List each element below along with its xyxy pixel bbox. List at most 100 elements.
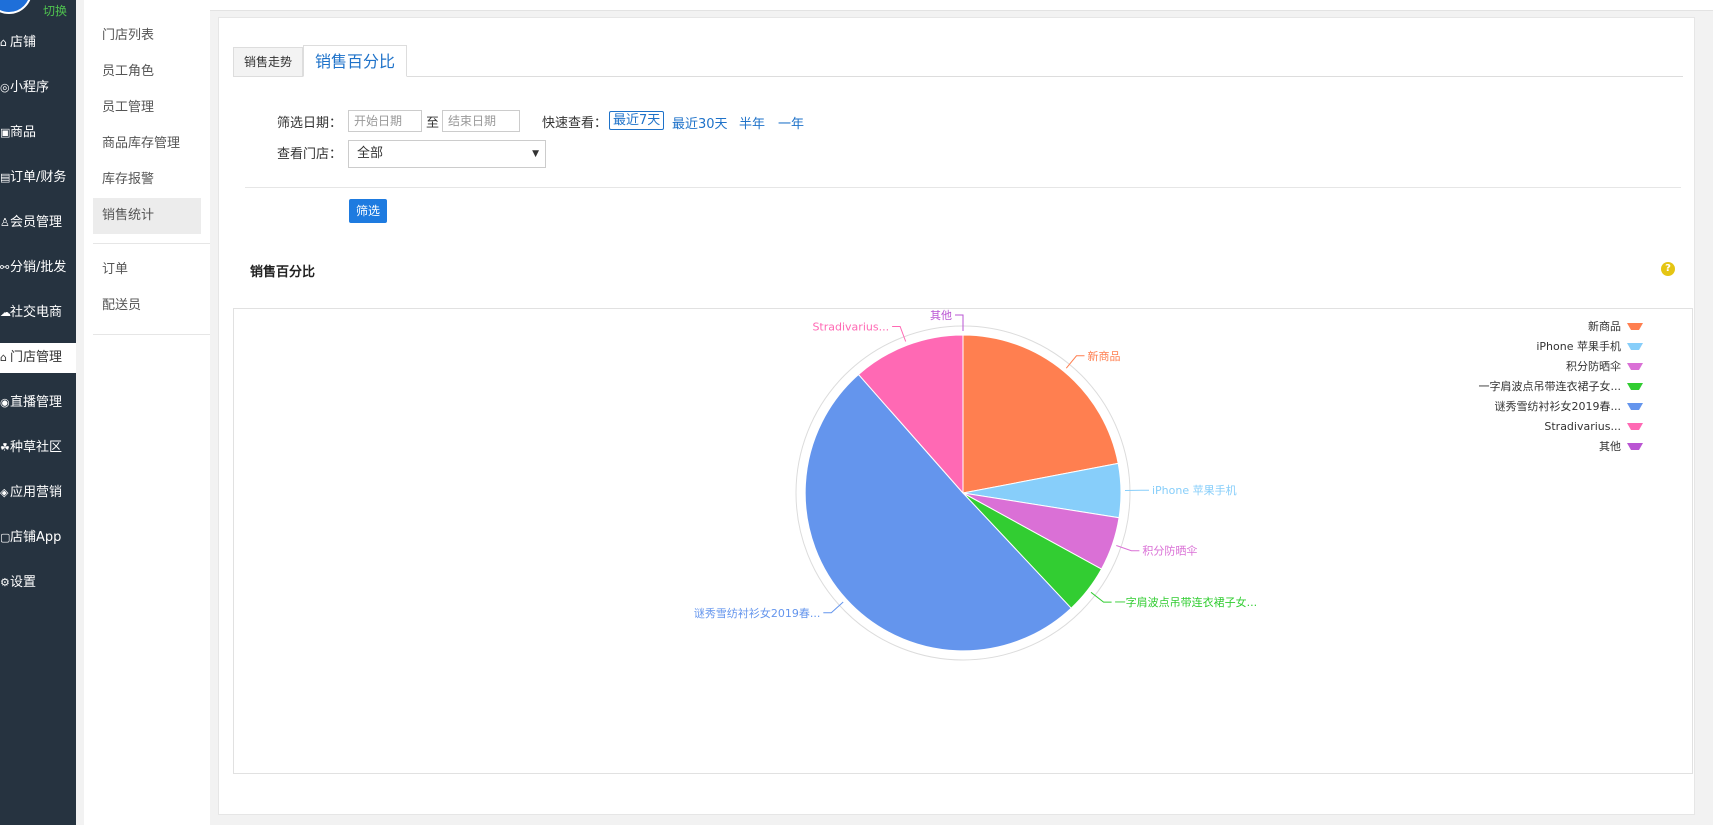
subnav-item-g2-0[interactable]: 订单: [93, 252, 201, 288]
subnav-item-2[interactable]: 员工管理: [93, 90, 201, 126]
subnav-divider: [93, 243, 210, 244]
legend-swatch-6[interactable]: [1627, 443, 1643, 450]
sidebar-item-label: 社交电商: [10, 305, 63, 320]
sidebar-item-label: 直播管理: [10, 395, 63, 410]
legend-label-6[interactable]: 其他: [1599, 440, 1621, 453]
sidebar-item-label: 分销/批发: [10, 260, 67, 275]
legend-swatch-4[interactable]: [1627, 403, 1643, 410]
pie-leader-line-0: [1065, 355, 1085, 369]
subnav-item-4[interactable]: 库存报警: [93, 162, 201, 198]
sidebar-item-label: 商品: [10, 125, 37, 140]
shop-app-icon: ▢: [0, 531, 11, 544]
sidebar-item-7[interactable]: ⌂ 门店管理: [0, 343, 76, 373]
legend-label-5[interactable]: Stradivarius...: [1544, 420, 1621, 433]
store-select[interactable]: 全部 ▼: [348, 140, 546, 168]
help-icon[interactable]: ?: [1661, 262, 1675, 276]
sidebar-item-4[interactable]: ♙会员管理: [0, 208, 76, 238]
app-marketing-icon: ◈: [0, 486, 9, 499]
sidebar-item-12[interactable]: ⚙设置: [0, 568, 76, 598]
subnav-item-1[interactable]: 员工角色: [93, 54, 201, 90]
pie-chart: 新商品iPhone 苹果手机积分防晒伞一字肩波点吊带连衣裙子女...谜秀雪纺衬衫…: [694, 309, 1643, 661]
date-to-label: 至: [426, 116, 440, 131]
pie-leader-line-4: [823, 601, 844, 614]
order-finance-icon: ▤: [0, 171, 11, 184]
quick-one-year[interactable]: 一年: [778, 113, 804, 132]
pie-label-1: iPhone 苹果手机: [1152, 483, 1237, 497]
sidebar-item-label: 店铺: [10, 35, 37, 50]
sidebar-item-label: 会员管理: [10, 215, 63, 230]
sidebar-item-label: 订单/财务: [10, 170, 67, 185]
legend-label-0[interactable]: 新商品: [1588, 319, 1621, 333]
legend-label-1[interactable]: iPhone 苹果手机: [1536, 339, 1621, 353]
quick-half-year[interactable]: 半年: [739, 113, 765, 132]
legend-swatch-5[interactable]: [1627, 423, 1643, 430]
tab-sales-percent[interactable]: 销售百分比: [303, 45, 407, 77]
goods-icon: ▣: [0, 126, 11, 139]
store-filter-label: 查看门店：: [277, 147, 343, 162]
sidebar-item-label: 门店管理: [10, 350, 63, 365]
chevron-down-icon: ▼: [532, 149, 539, 159]
legend-swatch-0[interactable]: [1627, 323, 1643, 330]
pie-leader-line-6: [955, 314, 964, 331]
pie-label-2: 积分防晒伞: [1142, 544, 1197, 558]
main-sidebar: 切换 ⌂ 店铺 ◎小程序 ▣商品 ▤订单/财务 ♙会员管理 ⚯分销/批发 ☁社交电商 ⌂ 门店管理…: [0, 0, 76, 825]
form-divider: [245, 187, 1681, 188]
legend-label-4[interactable]: 谜秀雪纺衬衫女2019春...: [1495, 399, 1621, 413]
sidebar-item-8[interactable]: ◉直播管理: [0, 388, 76, 418]
store-icon: ⌂: [0, 36, 7, 49]
subnav-item-5[interactable]: 销售统计: [93, 198, 201, 234]
legend-label-2[interactable]: 积分防晒伞: [1566, 359, 1621, 373]
quick-view-label: 快速查看：: [542, 116, 608, 131]
store-manage-icon: ⌂: [0, 351, 7, 364]
pie-label-3: 一字肩波点吊带连衣裙子女...: [1115, 595, 1258, 609]
chart-section-title: 销售百分比: [250, 265, 316, 280]
tab-sales-trend[interactable]: 销售走势: [233, 47, 303, 76]
pie-label-0: 新商品: [1087, 349, 1120, 363]
sidebar-item-11[interactable]: ▢店铺App: [0, 523, 76, 553]
subnav-item-g2-1[interactable]: 配送员: [93, 288, 201, 324]
shop-logo[interactable]: [0, 0, 32, 14]
sidebar-item-0[interactable]: ⌂ 店铺: [0, 28, 76, 58]
store-select-value: 全部: [357, 146, 384, 161]
subnav-divider: [93, 334, 210, 335]
pie-label-5: Stradivarius...: [812, 320, 889, 333]
sidebar-item-label: 种草社区: [10, 440, 63, 455]
legend-swatch-1[interactable]: [1627, 343, 1643, 350]
sidebar-item-label: 设置: [10, 575, 37, 590]
sidebar-item-9[interactable]: ☘种草社区: [0, 433, 76, 463]
tabs-divider: [233, 76, 1683, 77]
settings-icon: ⚙: [0, 576, 10, 589]
social-ecommerce-icon: ☁: [0, 306, 11, 319]
switch-link[interactable]: 切换: [43, 2, 67, 19]
main-panel: 销售走势 销售百分比 筛选日期： 开始日期 至 结束日期 快速查看： 最近7天 …: [218, 17, 1695, 815]
pie-chart-container: 新商品 iPhone 苹果手机 积分防晒伞 一字肩波点吊带连衣裙子女... 谜秀雪纺衬衫…: [233, 308, 1693, 774]
quick-30days[interactable]: 最近30天: [672, 113, 728, 132]
date-filter-label: 筛选日期：: [277, 116, 343, 131]
sidebar-item-label: 应用营销: [10, 485, 63, 500]
sidebar-item-label: 小程序: [10, 80, 50, 95]
sidebar-item-6[interactable]: ☁社交电商: [0, 298, 76, 328]
community-icon: ☘: [0, 441, 10, 454]
sidebar-item-1[interactable]: ◎小程序: [0, 73, 76, 103]
sidebar-item-label: 店铺App: [10, 530, 62, 545]
legend-label-3[interactable]: 一字肩波点吊带连衣裙子女...: [1479, 379, 1622, 393]
subnav-item-3[interactable]: 商品库存管理: [93, 126, 201, 162]
start-date-input[interactable]: 开始日期: [348, 110, 422, 132]
sidebar-item-3[interactable]: ▤订单/财务: [0, 163, 76, 193]
distribution-icon: ⚯: [0, 261, 10, 274]
sidebar-item-10[interactable]: ◈ 应用营销: [0, 478, 76, 508]
sidebar-item-2[interactable]: ▣商品: [0, 118, 76, 148]
miniprogram-icon: ◎: [0, 81, 10, 94]
sidebar-item-5[interactable]: ⚯分销/批发: [0, 253, 76, 283]
end-date-input[interactable]: 结束日期: [442, 110, 520, 132]
pie-label-4: 谜秀雪纺衬衫女2019春...: [694, 606, 820, 620]
quick-7days[interactable]: 最近7天: [609, 111, 665, 130]
pie-label-6: 其他: [930, 309, 952, 322]
legend-swatch-3[interactable]: [1627, 383, 1643, 390]
subnav-item-0[interactable]: 门店列表: [93, 18, 201, 54]
legend-swatch-2[interactable]: [1627, 363, 1643, 370]
live-icon: ◉: [0, 396, 10, 409]
top-bar: [210, 0, 1713, 11]
sub-sidebar: 门店列表 员工角色 员工管理 商品库存管理 库存报警 销售统计订单 配送员: [84, 0, 210, 825]
filter-submit-button[interactable]: 筛选: [349, 199, 387, 223]
